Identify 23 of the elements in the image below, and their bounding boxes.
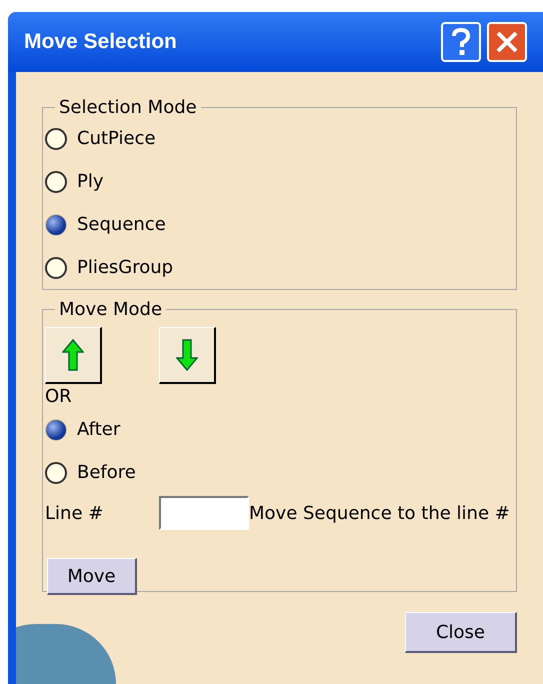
help-icon — [451, 28, 471, 56]
arrow-down-icon — [176, 339, 198, 371]
close-button[interactable]: Close — [405, 612, 517, 653]
line-label: Line # — [45, 502, 104, 526]
line-hint: Move Sequence to the line # — [249, 502, 510, 526]
or-label: OR — [45, 386, 72, 408]
move-up-button[interactable] — [45, 327, 102, 384]
radio-option[interactable]: CutPiece — [45, 117, 156, 160]
radio-option[interactable]: Ply — [45, 160, 104, 203]
help-button[interactable] — [441, 22, 481, 62]
close-window-button[interactable] — [487, 22, 527, 62]
radio-option[interactable]: After — [45, 408, 120, 451]
group-title: Selection Mode — [58, 96, 198, 120]
move-button[interactable]: Move — [47, 558, 137, 595]
move-down-button[interactable] — [159, 327, 216, 384]
group-title: Move Mode — [58, 298, 164, 322]
line-number-field[interactable] — [159, 496, 249, 530]
arrow-up-icon — [62, 339, 84, 371]
radio-option[interactable]: PliesGroup — [45, 246, 174, 289]
window-title: Move Selection — [24, 29, 178, 56]
radio-option[interactable]: Sequence — [45, 203, 166, 246]
close-icon — [495, 30, 519, 54]
radio-option[interactable]: Before — [45, 451, 136, 494]
